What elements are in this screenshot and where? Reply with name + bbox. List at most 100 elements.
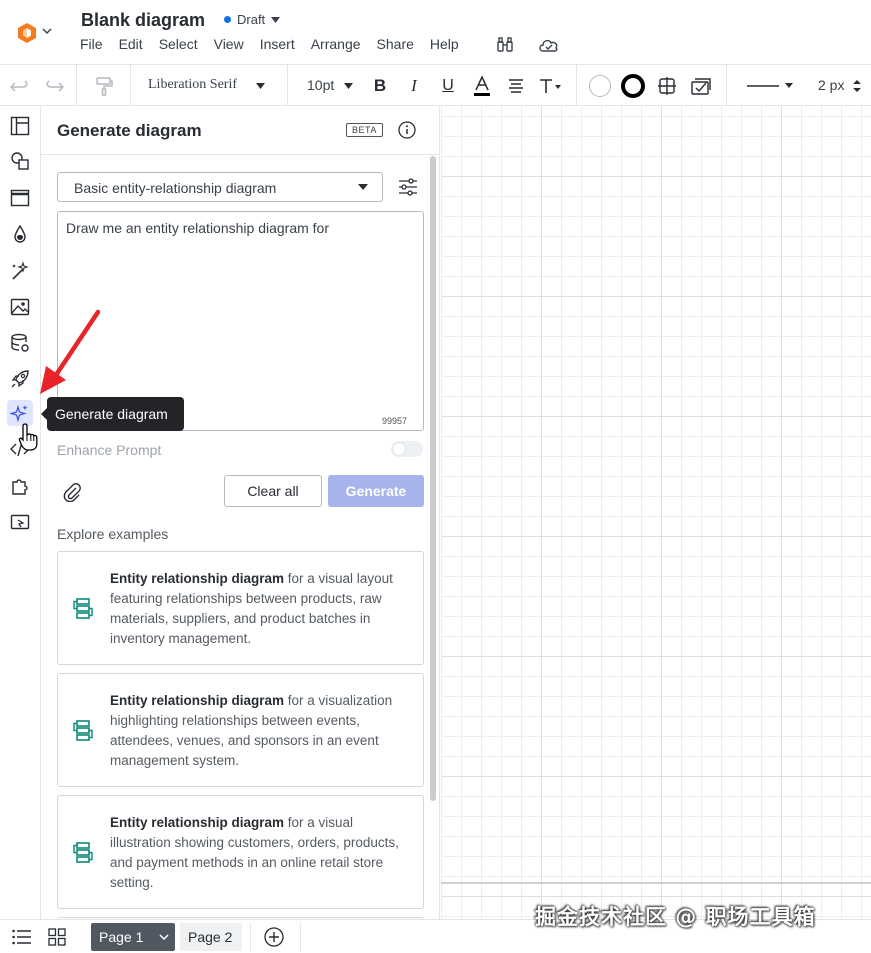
lucid-logo-icon[interactable] <box>14 20 40 46</box>
chevron-down-icon[interactable] <box>159 934 169 941</box>
enhance-prompt-toggle[interactable] <box>391 441 423 457</box>
chevron-down-icon[interactable] <box>42 27 52 35</box>
clear-all-button[interactable]: Clear all <box>224 475 322 507</box>
magic-wand-icon[interactable] <box>7 258 33 284</box>
font-size-select[interactable]: 10pt <box>307 77 334 93</box>
align-center-icon[interactable] <box>504 65 528 107</box>
binoculars-icon[interactable] <box>496 36 514 54</box>
menu-edit[interactable]: Edit <box>119 36 143 52</box>
toolbar-divider <box>726 65 727 107</box>
data-linking-icon[interactable] <box>7 330 33 356</box>
text-options-icon[interactable] <box>536 65 564 107</box>
panel-divider <box>41 154 439 155</box>
stepper-arrows-icon[interactable] <box>852 65 862 107</box>
example-text: Entity relationship diagram for a visual… <box>110 693 393 768</box>
left-tool-rail <box>0 106 41 919</box>
er-diagram-icon <box>72 841 94 863</box>
generate-button[interactable]: Generate <box>328 475 424 507</box>
rocket-icon[interactable] <box>7 366 33 392</box>
tab-divider <box>300 923 301 951</box>
style-presets-icon[interactable] <box>688 65 714 107</box>
add-page-icon[interactable] <box>264 927 284 947</box>
example-card[interactable]: Entity relationship diagram for a visual… <box>57 673 424 787</box>
menu-arrange[interactable]: Arrange <box>311 36 361 52</box>
page-list-icon[interactable] <box>12 929 32 945</box>
draft-status-label: Draft <box>237 12 266 27</box>
example-card[interactable]: Entity relationship diagram for a visual… <box>57 795 424 909</box>
generate-diagram-tooltip: Generate diagram <box>41 397 184 431</box>
panel-title: Generate diagram <box>57 121 202 140</box>
format-toolbar: Liberation Serif 10pt B I U 2 px <box>0 64 871 107</box>
text-color-icon[interactable] <box>470 65 494 107</box>
color-fill-icon[interactable] <box>7 221 33 247</box>
underline-icon[interactable]: U <box>436 65 460 107</box>
menu-view[interactable]: View <box>214 36 244 52</box>
draft-status[interactable]: Draft <box>224 12 281 27</box>
menu-share[interactable]: Share <box>377 36 414 52</box>
paperclip-attach-icon[interactable] <box>63 482 81 502</box>
generate-diagram-panel: Generate diagram BETA Basic entity-relat… <box>41 106 440 919</box>
line-color-icon[interactable] <box>620 65 646 107</box>
image-icon[interactable] <box>7 294 33 320</box>
fill-color-icon[interactable] <box>588 65 612 107</box>
canvas-page-edge <box>441 882 871 884</box>
diagram-type-value: Basic entity-relationship diagram <box>74 180 277 196</box>
format-painter-icon[interactable] <box>92 65 116 107</box>
cloud-saved-icon[interactable] <box>538 37 560 53</box>
toolbar-divider <box>130 65 131 107</box>
document-title[interactable]: Blank diagram <box>81 10 205 31</box>
page-tab-1[interactable]: Page 1 <box>91 923 175 951</box>
panel-scrollbar[interactable] <box>430 156 436 801</box>
line-width-select[interactable]: 2 px <box>818 77 844 93</box>
caret-down-icon <box>358 184 368 190</box>
toolbar-divider <box>76 65 77 107</box>
caret-down-icon[interactable] <box>341 65 355 107</box>
bold-icon[interactable]: B <box>368 65 392 107</box>
templates-icon[interactable] <box>7 113 33 139</box>
present-icon[interactable] <box>7 510 33 536</box>
font-family-value: Liberation Serif <box>148 77 238 92</box>
character-counter: 99957 <box>381 416 407 426</box>
menu-bar: File Edit Select View Insert Arrange Sha… <box>80 36 475 52</box>
page-tab-label: Page 2 <box>188 929 233 945</box>
example-card[interactable]: Entity relationship diagram for a visual… <box>57 551 424 665</box>
toolbar-divider <box>287 65 288 107</box>
settings-sliders-icon[interactable] <box>398 178 418 196</box>
menu-select[interactable]: Select <box>159 36 198 52</box>
toolbar-divider <box>576 65 577 107</box>
hand-cursor-icon <box>18 422 40 452</box>
menu-file[interactable]: File <box>80 36 103 52</box>
line-width-value: 2 px <box>818 77 845 93</box>
tab-divider <box>250 923 251 951</box>
undo-icon[interactable] <box>8 65 32 107</box>
watermark-text: 掘金技术社区 @ 职场工具箱 <box>535 905 816 929</box>
status-dot-icon <box>224 16 231 23</box>
red-arrow-annotation-icon <box>36 306 106 398</box>
shapes-icon[interactable] <box>7 148 33 174</box>
line-style-select[interactable] <box>744 65 798 107</box>
font-family-select[interactable]: Liberation Serif <box>148 77 237 93</box>
page-tab-label: Page 1 <box>99 929 144 945</box>
page-tab-2[interactable]: Page 2 <box>180 923 242 951</box>
info-icon[interactable] <box>398 121 416 139</box>
er-diagram-icon <box>72 719 94 741</box>
redo-icon[interactable] <box>42 65 66 107</box>
caret-down-icon[interactable] <box>252 65 268 107</box>
page-grid-icon[interactable] <box>48 928 66 946</box>
font-size-value: 10pt <box>307 77 335 93</box>
caret-down-icon <box>271 16 281 23</box>
example-text: Entity relationship diagram for a visual… <box>110 815 399 890</box>
integrations-puzzle-icon[interactable] <box>7 473 33 499</box>
italic-icon[interactable]: I <box>402 65 426 107</box>
example-text: Entity relationship diagram for a visual… <box>110 571 393 646</box>
diagram-type-select[interactable]: Basic entity-relationship diagram <box>57 172 383 202</box>
frame-icon[interactable] <box>7 185 33 211</box>
tooltip-text: Generate diagram <box>55 406 168 422</box>
menu-insert[interactable]: Insert <box>260 36 295 52</box>
shape-options-icon[interactable] <box>655 65 679 107</box>
beta-badge: BETA <box>346 123 383 137</box>
diagram-canvas[interactable] <box>441 106 871 919</box>
explore-examples-heading: Explore examples <box>57 526 169 542</box>
enhance-prompt-label: Enhance Prompt <box>57 442 162 458</box>
menu-help[interactable]: Help <box>430 36 459 52</box>
